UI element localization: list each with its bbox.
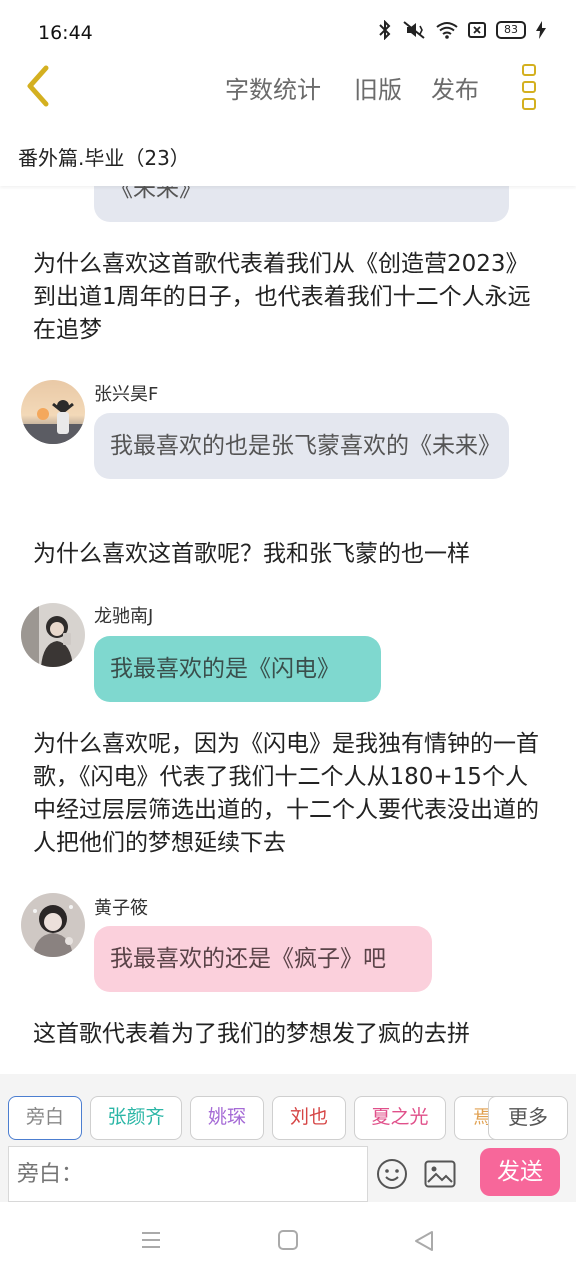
send-button[interactable]: 发送 — [480, 1148, 560, 1196]
back-triangle-icon — [415, 1231, 433, 1251]
more-menu-button[interactable] — [522, 64, 538, 110]
chat-content[interactable]: 《未来》 为什么喜欢这首歌代表着我们从《创造营2023》到出道1周年的日子，也代… — [0, 186, 576, 1074]
chip-label: 张颜齐 — [107, 1106, 165, 1128]
mute-vibrate-icon — [403, 21, 425, 39]
input-bar: 发送 — [0, 1144, 576, 1202]
word-count-button[interactable]: 字数统计 — [225, 70, 321, 105]
status-time: 16:44 — [38, 22, 93, 44]
system-nav-bar — [0, 1202, 576, 1280]
message-bubble-partial[interactable]: 《未来》 — [94, 186, 509, 222]
home-square-icon — [278, 1230, 298, 1250]
character-chip[interactable]: 姚琛 — [190, 1096, 264, 1140]
character-chip[interactable]: 张颜齐 — [90, 1096, 182, 1140]
chapter-title: 番外篇.毕业（23） — [18, 146, 190, 170]
narration-text: 这首歌代表着为了我们的梦想发了疯的去拼 — [33, 1021, 470, 1047]
wifi-icon — [436, 22, 458, 39]
avatar-image — [21, 893, 85, 957]
chip-label: 旁白 — [25, 1106, 64, 1128]
back-nav-button[interactable] — [413, 1230, 435, 1256]
emoji-button[interactable] — [376, 1158, 408, 1190]
character-chip-narrator[interactable]: 旁白 — [8, 1096, 82, 1140]
menu-icon — [142, 1232, 160, 1248]
message-text: 我最喜欢的还是《疯子》吧 — [110, 946, 386, 972]
chapter-header: 番外篇.毕业（23） — [0, 120, 576, 186]
menu-dot-icon — [522, 81, 536, 93]
menu-dot-icon — [522, 64, 536, 76]
message-bubble[interactable]: 我最喜欢的还是《疯子》吧 — [94, 926, 432, 992]
more-characters-button[interactable]: 更多 — [488, 1096, 568, 1140]
message-text: 我最喜欢的是《闪电》 — [110, 656, 340, 682]
menu-dot-icon — [522, 98, 536, 110]
battery-icon: 83 — [496, 21, 526, 39]
character-selector: 旁白 张颜齐 姚琛 刘也 夏之光 焉 更多 — [0, 1074, 576, 1144]
bluetooth-icon — [379, 20, 391, 40]
back-button[interactable] — [18, 64, 62, 108]
narration-text: 为什么喜欢呢，因为《闪电》是我独有情钟的一首歌，《闪电》代表了我们十二个人从18… — [33, 731, 539, 856]
narration-text: 为什么喜欢这首歌代表着我们从《创造营2023》到出道1周年的日子，也代表着我们十… — [33, 251, 531, 343]
status-bar: 16:44 83 — [0, 0, 576, 56]
message-input[interactable] — [8, 1146, 368, 1202]
character-chip[interactable]: 夏之光 — [354, 1096, 446, 1140]
home-nav-button[interactable] — [277, 1230, 299, 1254]
message-bubble[interactable]: 我最喜欢的也是张飞蒙喜欢的《未来》 — [94, 413, 509, 479]
charging-icon — [536, 21, 546, 39]
avatar[interactable] — [21, 893, 85, 957]
smiley-icon — [377, 1159, 407, 1189]
status-icons: 83 — [378, 20, 546, 40]
avatar-image — [21, 603, 85, 667]
avatar[interactable] — [21, 603, 85, 667]
chevron-left-icon — [27, 65, 49, 107]
sim-icon — [468, 22, 486, 38]
avatar[interactable] — [21, 380, 85, 444]
narration-text: 为什么喜欢这首歌呢？我和张飞蒙的也一样 — [33, 541, 470, 567]
message-text: 《未来》 — [110, 186, 202, 202]
top-toolbar: 字数统计 旧版 发布 — [0, 56, 576, 120]
image-icon — [424, 1160, 456, 1188]
message-text: 我最喜欢的也是张飞蒙喜欢的《未来》 — [110, 433, 501, 459]
speaker-name: 龙驰南J — [94, 606, 154, 627]
chip-label: 姚琛 — [207, 1106, 246, 1128]
message-bubble[interactable]: 我最喜欢的是《闪电》 — [94, 636, 381, 702]
old-version-button[interactable]: 旧版 — [354, 70, 402, 105]
publish-button[interactable]: 发布 — [431, 70, 479, 105]
image-button[interactable] — [424, 1160, 456, 1188]
character-chip[interactable]: 刘也 — [272, 1096, 346, 1140]
avatar-image — [21, 380, 85, 444]
speaker-name: 张兴昊F — [94, 384, 159, 405]
chip-label: 夏之光 — [371, 1106, 429, 1128]
menu-nav-button[interactable] — [140, 1230, 162, 1254]
speaker-name: 黄子筱 — [94, 898, 148, 919]
chip-label: 刘也 — [289, 1106, 328, 1128]
